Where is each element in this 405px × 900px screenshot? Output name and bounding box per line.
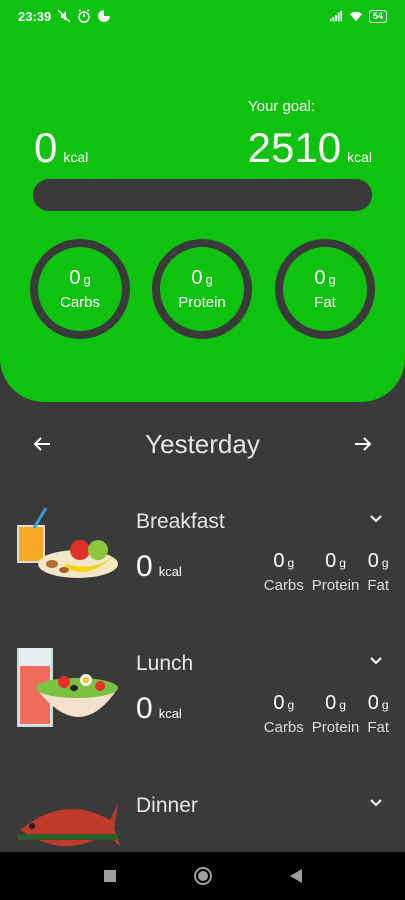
back-button[interactable]: [289, 868, 303, 884]
carbs-value: 0: [69, 267, 81, 289]
wifi-icon: [349, 11, 363, 22]
meal-carbs-unit: g: [287, 556, 295, 570]
fat-value: 0: [314, 267, 326, 289]
meal-fat-unit: g: [381, 556, 389, 570]
protein-ring: 0g Protein: [152, 239, 252, 339]
day-navigator: Yesterday: [0, 420, 405, 468]
carbs-unit: g: [83, 272, 91, 287]
goal-unit: kcal: [347, 149, 372, 165]
carbs-label: Carbs: [59, 294, 100, 311]
meal-fat-unit: g: [381, 698, 389, 712]
home-button[interactable]: [193, 866, 213, 886]
arrow-left-icon: [33, 437, 50, 451]
fat-label: Fat: [314, 294, 336, 311]
next-day-button[interactable]: [351, 432, 375, 456]
meal-protein: 0 g Protein: [312, 550, 360, 594]
meal-breakfast[interactable]: Breakfast 0 kcal 0 g Carbs 0 g Protein 0 g Fat: [0, 506, 405, 646]
carbs-ring: 0g Carbs: [30, 239, 130, 339]
mute-icon: [57, 9, 71, 23]
consumed-kcal: 0 kcal: [34, 124, 88, 172]
consumed-value: 0: [34, 124, 58, 171]
meal-fat: 0 g Fat: [367, 550, 389, 594]
protein-unit: g: [205, 272, 213, 287]
meal-kcal-unit: kcal: [158, 564, 182, 579]
meal-carbs-label: Carbs: [263, 719, 304, 736]
lunch-image: [17, 648, 118, 727]
meal-protein-unit: g: [339, 698, 346, 712]
status-bar: 23:39 54: [0, 0, 405, 32]
meal-kcal-value: 0: [136, 692, 153, 725]
meal-carbs: 0 g Carbs: [264, 550, 304, 594]
battery-icon: 54: [368, 9, 387, 23]
meal-kcal: 0 kcal: [136, 692, 182, 726]
meal-protein-label: Protein: [311, 719, 360, 736]
status-time: 23:39: [18, 8, 52, 24]
meal-protein-value: 0: [325, 550, 337, 572]
protein-label: Protein: [178, 294, 226, 311]
chevron-down-icon[interactable]: [369, 796, 383, 810]
meal-carbs-label: Carbs: [263, 577, 304, 594]
arrow-right-icon: [355, 437, 372, 451]
meal-name: Dinner: [136, 794, 198, 817]
meal-fat-label: Fat: [367, 719, 389, 736]
meal-fat-label: Fat: [367, 577, 389, 594]
data-saver-icon: [98, 10, 111, 22]
goal-kcal: 2510 kcal: [248, 124, 372, 172]
meal-protein-value: 0: [325, 692, 337, 714]
day-title: Yesterday: [145, 428, 260, 459]
meal-name: Breakfast: [136, 510, 225, 533]
calorie-progress-bar: [33, 179, 372, 211]
meal-lunch[interactable]: Lunch 0 kcal 0 g Carbs 0 g Protein 0 g Fat: [0, 648, 405, 788]
meal-fat: 0 g Fat: [367, 692, 389, 736]
meal-kcal-value: 0: [136, 550, 153, 583]
meal-fat-value: 0: [367, 692, 379, 714]
system-navigation-bar: [0, 852, 405, 900]
protein-value: 0: [191, 267, 203, 289]
meal-carbs-value: 0: [273, 550, 285, 572]
signal-icon: [329, 10, 343, 22]
alarm-icon: [78, 9, 90, 23]
meal-carbs-unit: g: [287, 698, 295, 712]
meal-carbs-value: 0: [273, 692, 285, 714]
goal-value: 2510: [247, 124, 342, 171]
recents-button[interactable]: [103, 869, 117, 883]
daily-summary-card: Your goal: 0 kcal 2510 kcal 0g Carbs 0g …: [0, 32, 405, 402]
meal-carbs: 0 g Carbs: [264, 692, 304, 736]
meal-kcal-unit: kcal: [158, 706, 182, 721]
fat-unit: g: [328, 272, 336, 287]
consumed-unit: kcal: [63, 149, 89, 165]
meal-dinner[interactable]: Dinner: [0, 790, 405, 852]
meal-fat-value: 0: [367, 550, 379, 572]
chevron-down-icon[interactable]: [369, 512, 383, 526]
meal-name: Lunch: [136, 652, 194, 675]
meal-macros: 0 g Carbs 0 g Protein 0 g Fat: [264, 550, 389, 594]
fat-ring: 0g Fat: [275, 239, 375, 339]
meal-protein: 0 g Protein: [312, 692, 360, 736]
meal-protein-label: Protein: [311, 577, 360, 594]
dinner-image: [18, 804, 120, 847]
meal-macros: 0 g Carbs 0 g Protein 0 g Fat: [264, 692, 389, 736]
chevron-down-icon[interactable]: [369, 654, 383, 668]
meal-kcal: 0 kcal: [136, 550, 182, 584]
breakfast-image: [17, 507, 118, 578]
goal-label: Your goal:: [247, 98, 315, 115]
meal-protein-unit: g: [339, 556, 346, 570]
previous-day-button[interactable]: [30, 432, 54, 456]
